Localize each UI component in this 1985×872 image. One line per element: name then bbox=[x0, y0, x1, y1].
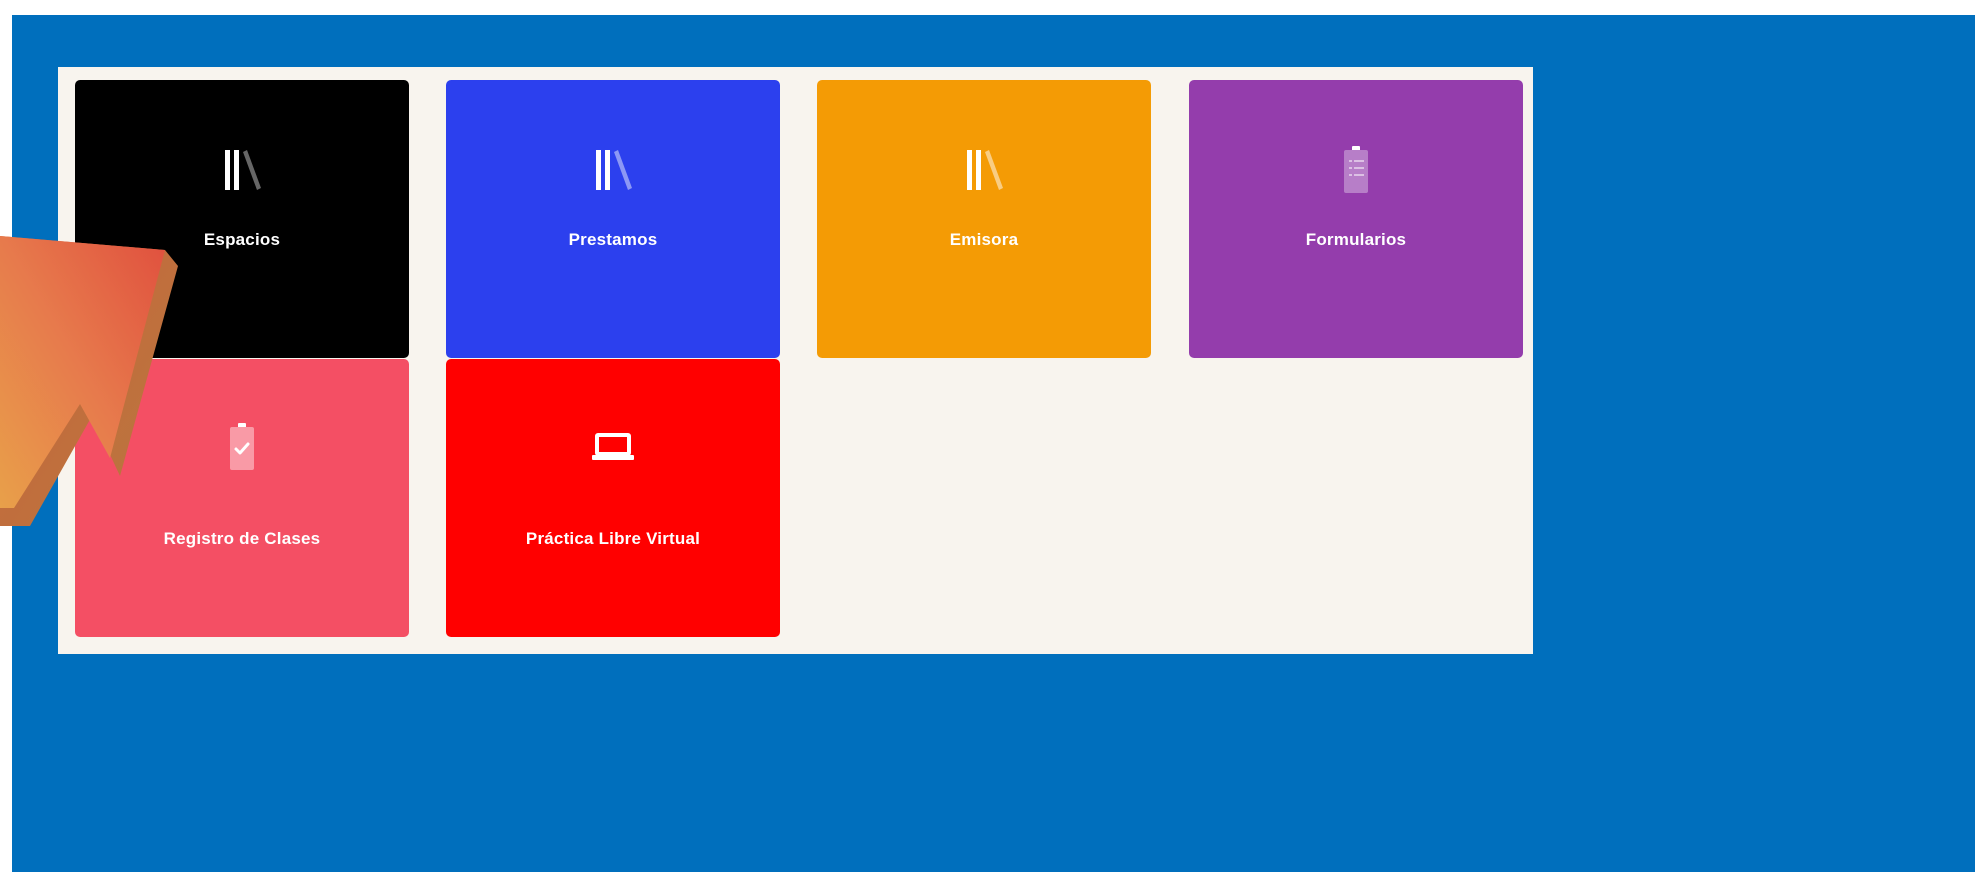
tile-label: Prestamos bbox=[568, 230, 658, 249]
tile-formularios[interactable]: Formularios bbox=[1189, 80, 1523, 358]
tile-label: Práctica Libre Virtual bbox=[525, 529, 701, 548]
tile-registro-de-clases[interactable]: Registro de Clases bbox=[75, 359, 409, 637]
clipboard-list-icon bbox=[1341, 146, 1371, 193]
tile-label: Emisora bbox=[949, 230, 1019, 249]
clipboard-check-icon bbox=[227, 423, 257, 470]
books-icon bbox=[963, 148, 1005, 192]
books-icon bbox=[592, 148, 634, 192]
tile-practica-libre-virtual[interactable]: Práctica Libre Virtual bbox=[446, 359, 780, 637]
tile-espacios[interactable]: Espacios bbox=[75, 80, 409, 358]
tile-label: Formularios bbox=[1305, 230, 1407, 249]
books-icon bbox=[221, 148, 263, 192]
laptop-icon bbox=[591, 425, 635, 469]
tile-prestamos[interactable]: Prestamos bbox=[446, 80, 780, 358]
tile-label: Espacios bbox=[203, 230, 281, 249]
tile-emisora[interactable]: Emisora bbox=[817, 80, 1151, 358]
tile-label: Registro de Clases bbox=[163, 529, 321, 548]
